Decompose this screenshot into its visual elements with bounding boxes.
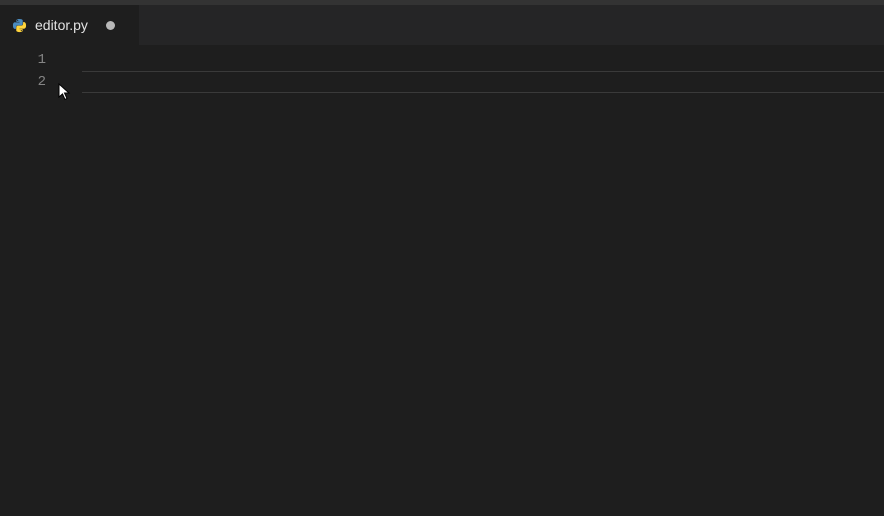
editor-area[interactable]: 1 2: [0, 45, 884, 516]
code-content[interactable]: [64, 45, 884, 516]
tab-filename: editor.py: [35, 17, 88, 33]
code-line[interactable]: [64, 71, 884, 93]
tab-dirty-indicator-icon[interactable]: [106, 21, 115, 30]
code-line[interactable]: [64, 49, 884, 71]
line-number: 2: [0, 71, 64, 93]
current-line-highlight: [82, 71, 884, 93]
tab-bar: editor.py: [0, 5, 884, 45]
line-number: 1: [0, 49, 64, 71]
tab-editor-py[interactable]: editor.py: [0, 5, 140, 45]
python-icon: [12, 18, 27, 33]
line-number-gutter: 1 2: [0, 45, 64, 516]
